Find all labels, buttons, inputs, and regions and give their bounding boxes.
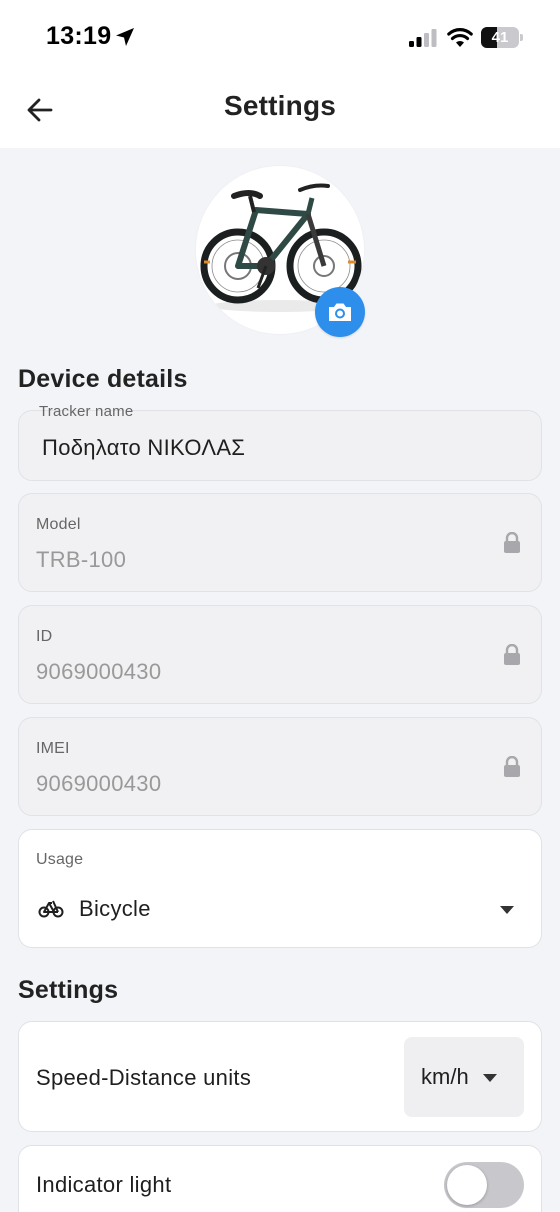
toggle-knob xyxy=(447,1165,487,1205)
change-photo-button[interactable] xyxy=(315,287,365,337)
lock-icon xyxy=(504,644,520,665)
speed-distance-units-row: Speed-Distance units km/h xyxy=(18,1021,542,1132)
settings-heading: Settings xyxy=(18,976,119,1004)
model-value: TRB-100 xyxy=(36,547,127,572)
wifi-icon xyxy=(447,28,473,47)
imei-field: IMEI 9069000430 xyxy=(18,717,542,816)
id-value: 9069000430 xyxy=(36,659,162,684)
battery-level: 41 xyxy=(491,29,509,46)
lock-icon xyxy=(504,532,520,553)
device-details-heading: Device details xyxy=(18,365,188,393)
model-label: Model xyxy=(36,516,81,533)
dropdown-arrow-icon xyxy=(483,1074,497,1082)
usage-select[interactable]: Usage Bicycle xyxy=(18,829,542,948)
usage-value: Bicycle xyxy=(79,896,151,921)
id-field: ID 9069000430 xyxy=(18,605,542,704)
indicator-light-row: Indicator light xyxy=(18,1145,542,1212)
device-photo-container xyxy=(196,166,365,337)
camera-icon xyxy=(329,303,351,321)
speed-unit-dropdown[interactable]: km/h xyxy=(404,1037,524,1117)
app-bar: Settings xyxy=(0,72,560,148)
tracker-name-field[interactable]: Tracker name Ποδηλατο ΝΙΚΟΛΑΣ xyxy=(18,403,542,481)
tracker-name-label: Tracker name xyxy=(39,403,134,420)
imei-label: IMEI xyxy=(36,740,70,757)
cellular-signal-icon xyxy=(409,29,437,47)
dropdown-arrow-icon xyxy=(500,906,514,914)
tracker-name-input[interactable]: Ποδηλατο ΝΙΚΟΛΑΣ xyxy=(42,435,245,461)
bicycle-icon xyxy=(38,900,64,918)
usage-label: Usage xyxy=(36,851,84,868)
lock-icon xyxy=(504,756,520,777)
location-arrow-icon xyxy=(116,28,134,46)
indicator-light-label: Indicator light xyxy=(36,1172,172,1197)
id-label: ID xyxy=(36,628,53,645)
status-time: 13:19 xyxy=(46,22,112,50)
page-title: Settings xyxy=(223,90,337,121)
model-field: Model TRB-100 xyxy=(18,493,542,592)
battery-indicator: 41 xyxy=(481,27,523,48)
indicator-light-toggle[interactable] xyxy=(444,1162,524,1208)
imei-value: 9069000430 xyxy=(36,771,162,796)
status-bar: 13:19 41 xyxy=(0,0,560,72)
speed-unit-value: km/h xyxy=(421,1064,469,1089)
speed-distance-units-label: Speed-Distance units xyxy=(36,1065,252,1090)
